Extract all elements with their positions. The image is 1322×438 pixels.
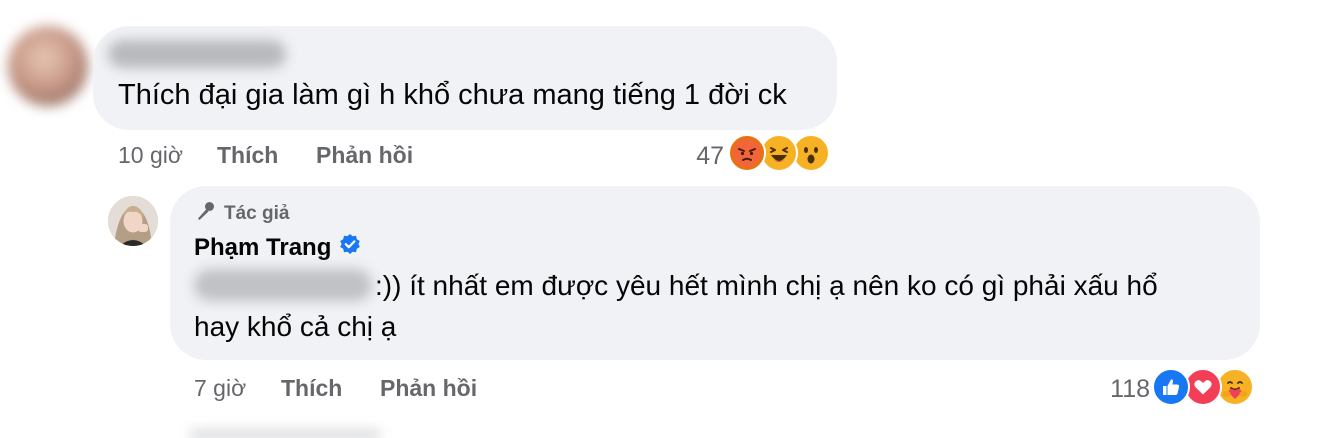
author-avatar[interactable] (108, 196, 158, 246)
author-badge: Tác giả (194, 200, 289, 228)
like-icon (1152, 368, 1190, 406)
mentioned-user-redacted[interactable] (194, 269, 372, 301)
microphone-icon (194, 200, 216, 228)
author-name-row: Phạm Trang (194, 233, 361, 262)
reply-reply-button[interactable]: Phản hồi (380, 374, 477, 402)
next-comment-partial (190, 430, 380, 438)
reply-button[interactable]: Phản hồi (316, 141, 413, 169)
reply-text-line-1: :)) ít nhất em được yêu hết mình chị ạ n… (375, 270, 1158, 301)
comment-text: Thích đại gia làm gì h khổ chưa mang tiế… (118, 79, 787, 111)
comment-timestamp[interactable]: 10 giờ (118, 141, 183, 169)
reaction-summary[interactable] (728, 134, 830, 172)
angry-emoji-icon (728, 134, 766, 172)
reply-like-button[interactable]: Thích (281, 374, 342, 402)
reply-reaction-summary[interactable] (1152, 368, 1256, 406)
like-button[interactable]: Thích (217, 141, 278, 169)
reply-reaction-count[interactable]: 118 (1080, 374, 1150, 404)
author-badge-label: Tác giả (224, 203, 290, 224)
commenter-name-redacted[interactable] (108, 40, 286, 68)
reply-timestamp[interactable]: 7 giờ (194, 374, 246, 402)
verified-badge-icon (339, 233, 361, 262)
reaction-count[interactable]: 47 (660, 141, 724, 171)
commenter-avatar[interactable] (8, 26, 88, 106)
author-name[interactable]: Phạm Trang (194, 234, 331, 262)
reply-text-line-2: hay khổ cả chị ạ (194, 311, 397, 342)
